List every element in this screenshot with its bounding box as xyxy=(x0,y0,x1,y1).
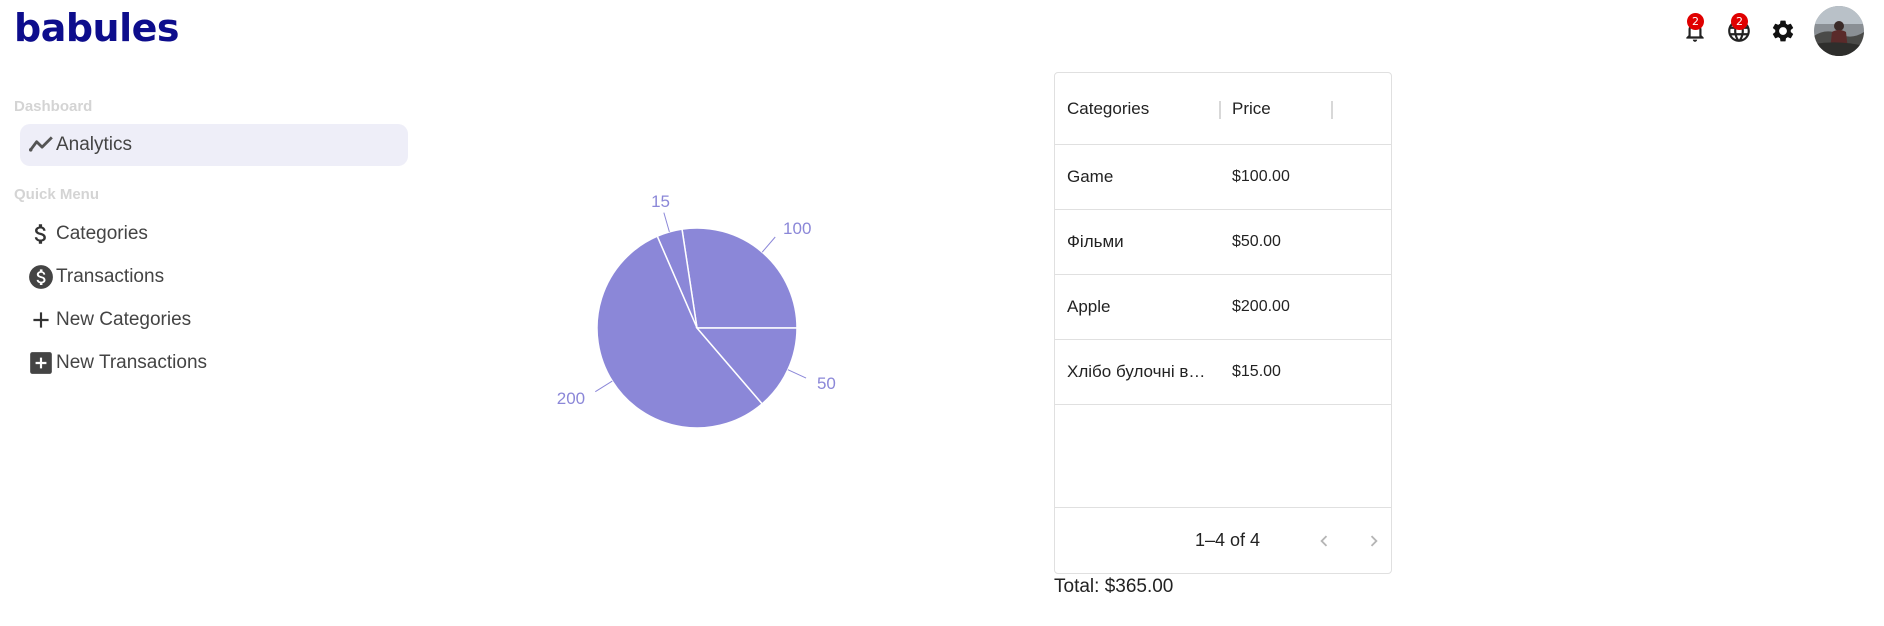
sidebar-item-categories[interactable]: Categories xyxy=(20,213,408,255)
total-amount: Total: $365.00 xyxy=(1054,576,1174,597)
cell-price: $200.00 xyxy=(1232,298,1290,315)
column-header-categories[interactable]: Categories xyxy=(1067,73,1149,145)
sidebar-item-label: New Transactions xyxy=(56,352,208,373)
cell-price: $15.00 xyxy=(1232,363,1281,380)
user-avatar[interactable] xyxy=(1814,6,1864,56)
plus-box-icon xyxy=(26,348,56,378)
dollar-icon xyxy=(26,219,56,249)
categories-table: Categories Price Game $100.00 Фільми $50… xyxy=(1054,72,1392,574)
notifications-badge: 2 xyxy=(1687,13,1704,30)
sidebar-item-analytics[interactable]: Analytics xyxy=(20,124,408,166)
dollar-circle-icon xyxy=(26,262,56,292)
language-badge: 2 xyxy=(1731,13,1748,30)
pie-label-line xyxy=(663,212,670,233)
sidebar-item-label: Transactions xyxy=(56,266,165,287)
pie-label: 200 xyxy=(557,389,585,408)
pie-label: 50 xyxy=(817,374,836,393)
table-row[interactable]: Apple $200.00 xyxy=(1055,275,1391,340)
column-separator[interactable] xyxy=(1331,101,1333,119)
analytics-icon xyxy=(26,130,56,160)
cell-price: $100.00 xyxy=(1232,168,1290,185)
cell-category: Хлібо булочні в… xyxy=(1067,362,1206,381)
language-button[interactable]: 2 xyxy=(1726,13,1752,44)
table-row[interactable]: Хлібо булочні в… $15.00 xyxy=(1055,340,1391,405)
top-toolbar: 2 2 xyxy=(1682,6,1864,56)
sidebar-item-label: New Categories xyxy=(56,309,192,330)
pie-label-line xyxy=(761,236,776,253)
table-header: Categories Price xyxy=(1055,73,1391,145)
pie-label-line xyxy=(595,380,613,393)
pie-chart-svg: 100 15 200 50 xyxy=(557,192,836,429)
sidebar-section-dashboard: Dashboard xyxy=(14,98,93,115)
sidebar-item-label: Analytics xyxy=(56,134,133,155)
pie-label: 100 xyxy=(783,219,811,238)
plus-icon xyxy=(26,305,56,335)
table-row[interactable]: Game $100.00 xyxy=(1055,145,1391,210)
column-separator[interactable] xyxy=(1219,101,1221,119)
cell-category: Фільми xyxy=(1067,232,1124,251)
chevron-left-icon xyxy=(1320,535,1328,546)
cell-category: Game xyxy=(1067,167,1114,186)
sidebar-section-quick-menu: Quick Menu xyxy=(14,186,100,203)
pie-label: 15 xyxy=(651,192,670,211)
cell-category: Apple xyxy=(1067,297,1111,316)
cell-price: $50.00 xyxy=(1232,233,1281,250)
sidebar-item-label: Categories xyxy=(56,223,148,244)
gear-icon xyxy=(1772,20,1794,42)
pie-slice-100[interactable] xyxy=(681,227,798,329)
settings-button[interactable] xyxy=(1770,18,1796,44)
prev-page-button[interactable] xyxy=(1309,526,1339,556)
table-row[interactable]: Фільми $50.00 xyxy=(1055,210,1391,275)
sidebar-item-new-categories[interactable]: New Categories xyxy=(20,299,408,341)
pie-chart: 100 15 200 50 xyxy=(557,192,860,460)
chevron-right-icon xyxy=(1370,535,1378,546)
pagination-label: 1–4 of 4 xyxy=(1195,530,1261,550)
avatar-photo xyxy=(1814,6,1864,56)
sidebar-item-transactions[interactable]: Transactions xyxy=(20,256,408,298)
next-page-button[interactable] xyxy=(1359,526,1389,556)
column-header-price[interactable]: Price xyxy=(1232,73,1271,145)
pie-label-line xyxy=(787,369,807,379)
table-footer: 1–4 of 4 xyxy=(1055,507,1391,573)
app-logo[interactable]: babules xyxy=(14,6,180,50)
sidebar-item-new-transactions[interactable]: New Transactions xyxy=(20,342,408,384)
notifications-button[interactable]: 2 xyxy=(1682,13,1708,44)
